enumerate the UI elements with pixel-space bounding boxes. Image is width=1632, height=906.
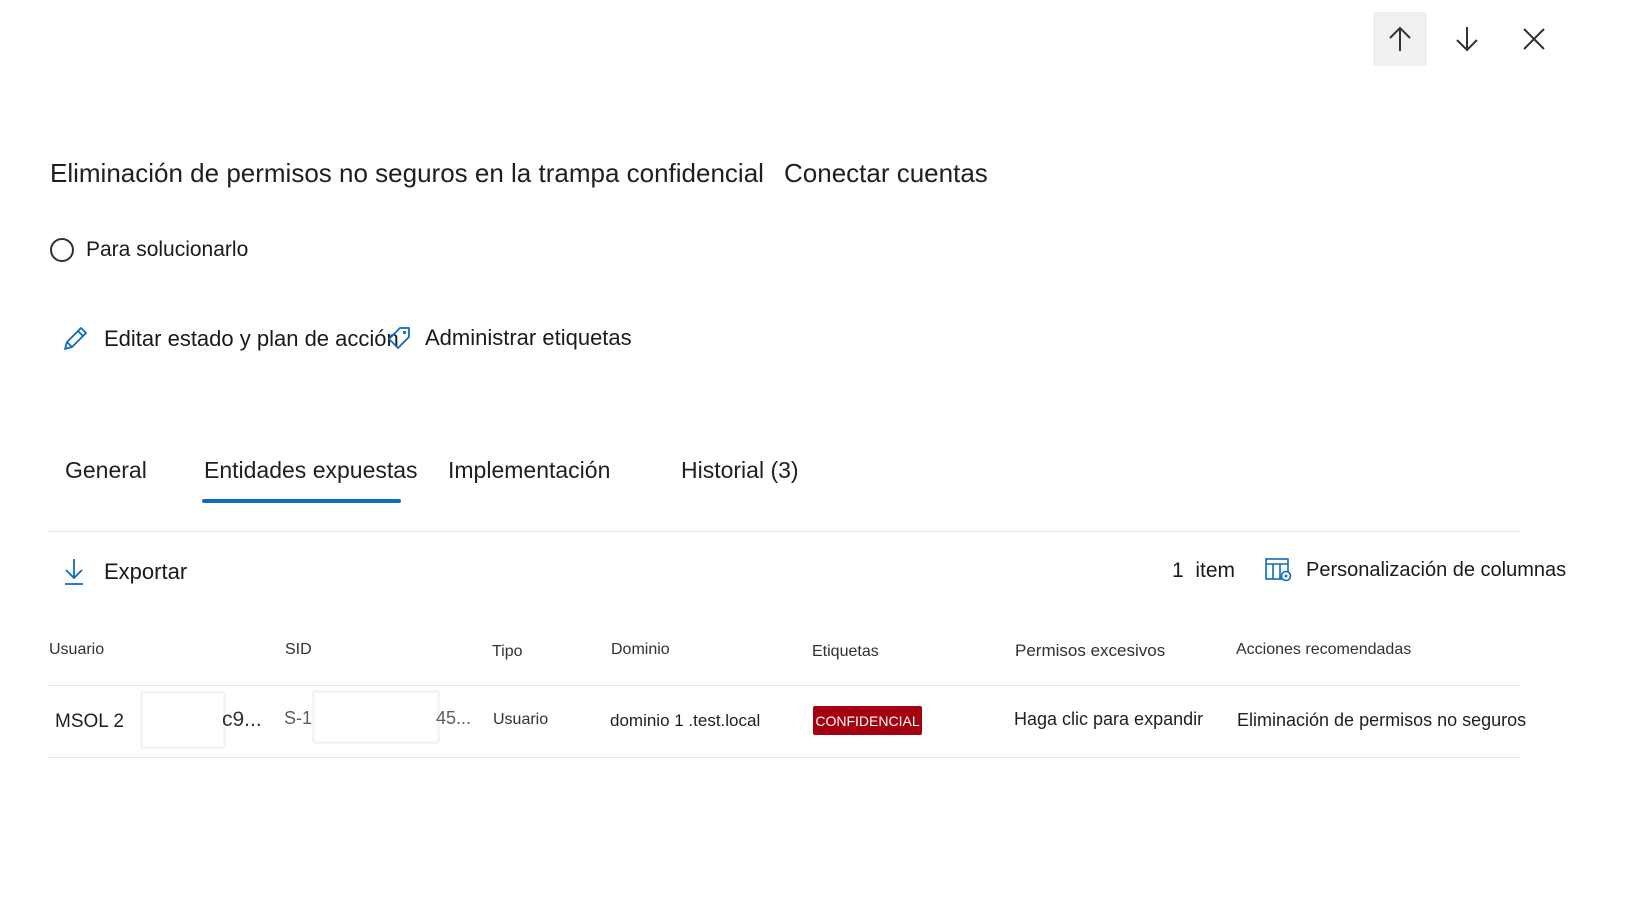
close-icon [1523,28,1545,50]
column-settings-icon [1265,558,1292,582]
column-header-permisos-excesivos[interactable]: Permisos excesivos [1015,641,1165,661]
export-button[interactable]: Exportar [62,557,187,587]
arrow-up-icon [1389,26,1411,51]
tab-entidades-expuestas[interactable]: Entidades expuestas [204,457,418,484]
status-label: Para solucionarlo [86,238,249,261]
table-header-divider [48,685,1521,686]
column-header-acciones-recomendadas[interactable]: Acciones recomendadas [1236,641,1411,659]
tag-badge-confidencial: CONFIDENCIAL [813,706,922,735]
download-icon [65,559,83,585]
edit-status-button[interactable]: Editar estado y plan de acción [60,324,399,354]
previous-item-button[interactable] [1373,12,1427,66]
cell-usuario-prefix: MSOL 2 [55,711,124,732]
customize-columns-label: Personalización de columnas [1306,558,1567,581]
tab-historial[interactable]: Historial (3) [681,457,799,484]
cell-sid-prefix: S-1 [284,708,313,728]
manage-tags-button[interactable]: Administrar etiquetas [386,325,632,351]
item-count: 1 item [1172,559,1236,582]
next-item-button[interactable] [1440,12,1494,66]
tab-implementacion[interactable]: Implementación [448,457,610,484]
page-subtitle: Conectar cuentas [784,158,988,188]
cell-tipo: Usuario [493,711,549,728]
cell-acciones-recomendadas: Eliminación de permisos no seguros [1237,710,1527,730]
column-header-dominio[interactable]: Dominio [611,641,670,659]
cell-sid-suffix: 45... [436,708,472,728]
cell-usuario-suffix: c9... [222,708,262,731]
column-header-sid[interactable]: SID [285,641,312,659]
customize-columns-button[interactable]: Personalización de columnas [1264,556,1566,584]
expand-permissions-link[interactable]: Haga clic para expandir [1014,709,1203,730]
close-button[interactable] [1507,12,1561,66]
arrow-down-icon [1456,27,1478,52]
status-circle-icon [50,238,74,262]
column-header-usuario[interactable]: Usuario [49,641,104,659]
page-title: Eliminación de permisos no seguros en la… [50,158,764,188]
export-label: Exportar [104,559,188,584]
status-indicator: Para solucionarlo [50,238,248,262]
column-header-etiquetas[interactable]: Etiquetas [812,643,879,661]
pencil-icon [64,327,87,350]
redacted-sid [312,690,440,744]
redacted-usuario [140,691,226,749]
tab-general[interactable]: General [65,457,147,484]
selected-tab-indicator [202,499,401,503]
column-header-tipo[interactable]: Tipo [492,643,523,661]
manage-tags-label: Administrar etiquetas [425,325,632,350]
tag-icon [388,327,410,349]
cell-dominio: dominio 1 .test.local [610,711,761,730]
tabs-divider [48,531,1521,532]
table-row-divider [48,757,1521,758]
edit-status-label: Editar estado y plan de acción [104,326,399,351]
